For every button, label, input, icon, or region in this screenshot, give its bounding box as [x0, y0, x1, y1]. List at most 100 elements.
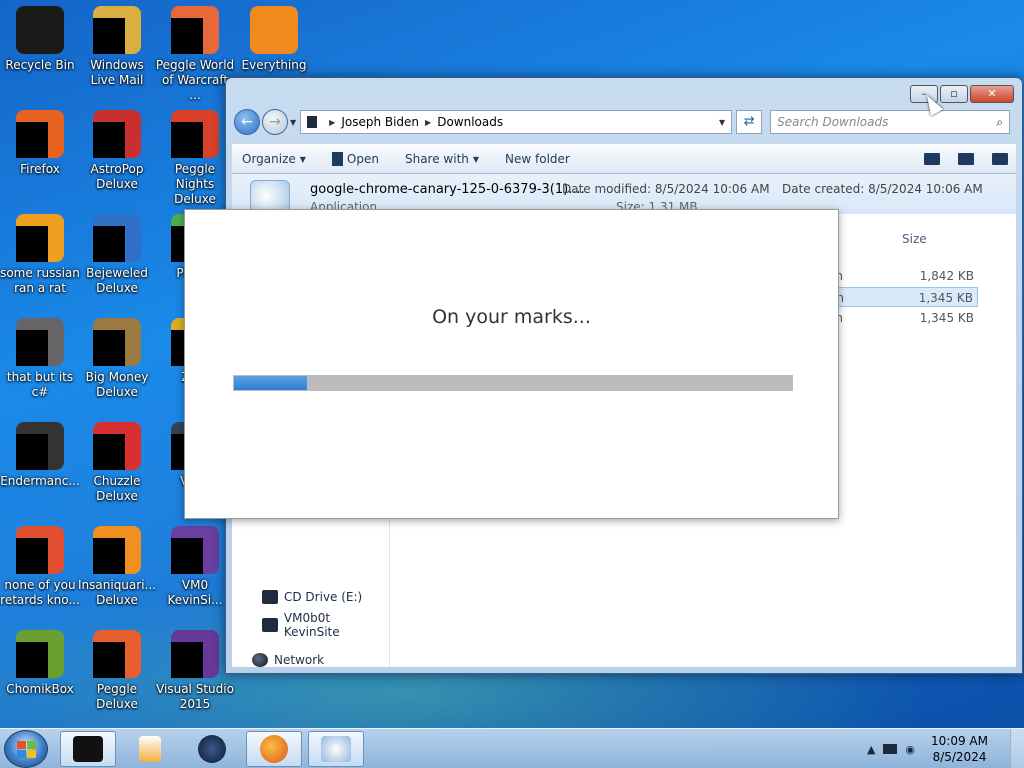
start-button[interactable]: [4, 730, 48, 768]
recycle-bin-icon: [16, 6, 64, 54]
desktop-icon-label: Chuzzle Deluxe: [93, 474, 141, 503]
firefox-icon: [260, 735, 288, 763]
redaction-block: [93, 122, 125, 158]
search-icon[interactable]: ⌕: [996, 115, 1003, 130]
desktop-icon[interactable]: Firefox: [0, 110, 80, 177]
redaction-block: [16, 434, 48, 470]
preview-pane-icon[interactable]: [958, 153, 974, 165]
view-controls: [924, 153, 1008, 165]
share-with-menu[interactable]: Share with ▼: [405, 152, 479, 166]
selected-file-name: google-chrome-canary-125-0-6379-3(1)....: [310, 182, 585, 197]
desktop-icon[interactable]: Peggle World of Warcraft ...: [155, 6, 235, 103]
desktop-icon-label: Big Money Deluxe: [85, 370, 149, 399]
organize-menu[interactable]: Organize ▼: [242, 152, 306, 166]
chomikbox-icon: [16, 630, 64, 678]
command-bar: Organize ▼ Open Share with ▼ New folder: [232, 144, 1016, 174]
taskbar-firefox[interactable]: [246, 731, 302, 767]
desktop-icon[interactable]: VM0 KevinSi...: [155, 526, 235, 608]
desktop-icon[interactable]: Windows Live Mail: [77, 6, 157, 88]
breadcrumb-user[interactable]: Joseph Biden: [341, 115, 419, 129]
desktop-icon[interactable]: Insaniquari... Deluxe: [77, 526, 157, 608]
desktop-icon[interactable]: Everything: [234, 6, 314, 73]
date-created: Date created: 8/5/2024 10:06 AM: [782, 182, 983, 196]
search-input[interactable]: Search Downloads ⌕: [770, 110, 1011, 134]
redaction-block: [171, 642, 203, 678]
breadcrumb-arrow-icon[interactable]: ▶: [329, 118, 335, 127]
taskbar-app-black[interactable]: [60, 731, 116, 767]
media-player-icon: [139, 736, 161, 762]
open-button[interactable]: Open: [331, 152, 379, 166]
desktop-icon-label: Everything: [241, 58, 307, 72]
desktop-icon-label: Endermanc...: [0, 474, 80, 488]
file-row[interactable]: on 1,345 KB: [828, 308, 978, 328]
breadcrumb-downloads[interactable]: Downloads: [437, 115, 503, 129]
desktop-icon[interactable]: Big Money Deluxe: [77, 318, 157, 400]
clock[interactable]: 10:09 AM 8/5/2024: [931, 733, 988, 765]
desktop-icon[interactable]: Endermanc...: [0, 422, 80, 489]
date-modified: Date modified: 8/5/2024 10:06 AM: [562, 182, 770, 196]
desktop-icon[interactable]: Chuzzle Deluxe: [77, 422, 157, 504]
breadcrumb-arrow-icon[interactable]: ▶: [425, 118, 431, 127]
forward-button[interactable]: →: [262, 109, 288, 135]
back-button[interactable]: ←: [234, 109, 260, 135]
desktop-icon-label: Windows Live Mail: [90, 58, 144, 87]
chuzzle-icon: [93, 422, 141, 470]
address-dropdown-icon[interactable]: ▼: [719, 118, 725, 127]
file-row[interactable]: on 1,842 KB: [828, 266, 978, 286]
taskbar-installer[interactable]: [308, 731, 364, 767]
desktop-icon[interactable]: that but its c#: [0, 318, 80, 400]
vm0-kevinsite-icon: [171, 526, 219, 574]
column-header-size[interactable]: Size: [902, 232, 927, 246]
redaction-block: [93, 330, 125, 366]
desktop-icon[interactable]: Peggle Deluxe: [77, 630, 157, 712]
taskbar-app-globe[interactable]: [184, 731, 240, 767]
nav-vm-site[interactable]: VM0b0t KevinSite: [262, 611, 389, 639]
taskbar-media-player[interactable]: [122, 731, 178, 767]
nav-cd-drive[interactable]: CD Drive (E:): [262, 590, 362, 604]
chevron-down-icon: ▼: [472, 154, 480, 164]
speaker-icon[interactable]: ◉: [905, 743, 915, 756]
desktop-icon-label: Peggle Deluxe: [96, 682, 138, 711]
desktop-icon-label: Firefox: [20, 162, 60, 176]
firefox-icon: [16, 110, 64, 158]
show-hidden-icons-icon[interactable]: ▲: [867, 743, 875, 756]
address-bar[interactable]: ▶ Joseph Biden ▶ Downloads ▼: [300, 110, 733, 134]
desktop-icon-label: none of you retards kno...: [0, 578, 80, 607]
new-folder-button[interactable]: New folder: [505, 152, 570, 166]
desktop-icon[interactable]: none of you retards kno...: [0, 526, 80, 608]
desktop-icon[interactable]: some russian ran a rat: [0, 214, 80, 296]
desktop-icon[interactable]: Visual Studio 2015: [155, 630, 235, 712]
cd-drive-icon: [262, 590, 278, 604]
nav-cd-drive-label: CD Drive (E:): [284, 590, 363, 604]
refresh-button[interactable]: ⇄: [736, 110, 763, 134]
clock-date: 8/5/2024: [932, 750, 987, 764]
redaction-block: [16, 538, 48, 574]
progress-dialog: On your marks...: [184, 209, 839, 519]
desktop-icon-label: that but its c#: [6, 370, 74, 399]
desktop-icon[interactable]: Bejeweled Deluxe: [77, 214, 157, 296]
desktop-icon-label: Peggle World of Warcraft ...: [155, 58, 235, 102]
big-money-icon: [93, 318, 141, 366]
file-size-text: 1,345 KB: [918, 291, 973, 305]
details-pane: google-chrome-canary-125-0-6379-3(1)....…: [232, 174, 1016, 218]
maximize-button[interactable]: ▫: [940, 85, 968, 103]
peggle-wow-icon: [171, 6, 219, 54]
network-tray-icon[interactable]: [883, 744, 898, 754]
file-size-text: 1,842 KB: [919, 269, 974, 283]
help-icon[interactable]: [992, 153, 1008, 165]
desktop-icon[interactable]: Peggle Nights Deluxe: [155, 110, 235, 207]
system-tray: ▲ ◉ 10:09 AM 8/5/2024: [867, 729, 1024, 768]
file-row-selected[interactable]: on 1,345 KB: [828, 287, 978, 307]
redaction-block: [16, 330, 48, 366]
desktop-icon[interactable]: AstroPop Deluxe: [77, 110, 157, 192]
globe-app-icon: [198, 735, 226, 763]
desktop-icon[interactable]: ChomikBox: [0, 630, 80, 697]
desktop-icon[interactable]: Recycle Bin: [0, 6, 80, 73]
progress-fill: [234, 376, 307, 390]
show-desktop-button[interactable]: [1010, 729, 1024, 768]
nav-network[interactable]: Network: [252, 653, 324, 667]
recent-pages-dropdown-icon[interactable]: ▼: [290, 118, 296, 127]
desktop-icon-label: Recycle Bin: [5, 58, 75, 72]
close-button[interactable]: ✕: [970, 85, 1014, 103]
change-view-icon[interactable]: [924, 153, 940, 165]
